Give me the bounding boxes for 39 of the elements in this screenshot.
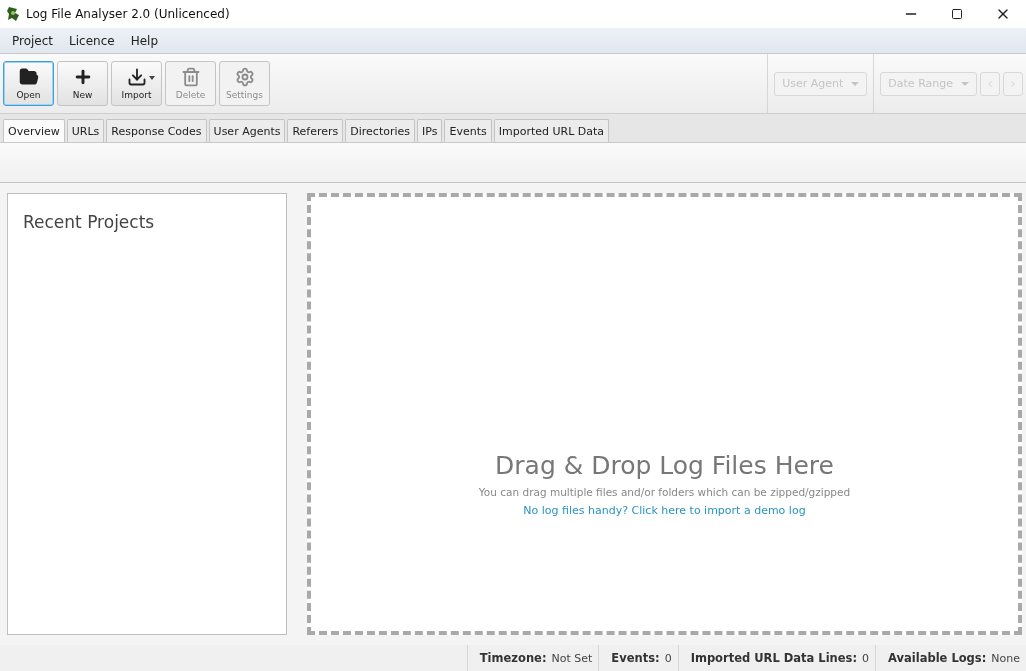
window-title: Log File Analyser 2.0 (Unlicenced)	[26, 7, 231, 21]
toolbar-button[interactable]: New	[57, 61, 108, 106]
maximize-icon[interactable]	[951, 8, 963, 20]
status-value: Not Set	[551, 651, 593, 665]
import-icon	[126, 67, 147, 87]
caret-icon	[851, 81, 860, 86]
demo-log-link[interactable]: No log files handy? Click here to import a demo log	[523, 504, 806, 517]
caret-icon	[961, 81, 969, 86]
chevron-left-icon	[985, 78, 995, 89]
tab[interactable]: IPs	[417, 119, 443, 142]
status-label: Imported URL Data Lines:	[690, 651, 857, 665]
settings-icon	[234, 67, 255, 87]
tab[interactable]: Imported URL Data	[493, 119, 610, 142]
status-label: Events:	[611, 651, 660, 665]
status-label: Timezone:	[479, 651, 547, 665]
panel-title: Recent Projects	[23, 212, 156, 232]
tab[interactable]: Response Codes	[106, 119, 207, 142]
tab[interactable]: Events	[444, 119, 492, 142]
tab[interactable]: Directories	[345, 119, 416, 142]
toolbar-button[interactable]: Import	[111, 61, 162, 106]
status-label: Available Logs:	[888, 651, 987, 665]
menu-item[interactable]: Licence	[61, 33, 123, 48]
status-value: 0	[664, 651, 672, 665]
status-value: None	[991, 651, 1020, 665]
menu-item[interactable]: Project	[4, 33, 62, 48]
drop-hint: You can drag multiple files and/or folders which can be zipped/gzipped	[478, 486, 851, 498]
delete-icon	[180, 67, 201, 87]
drop-zone[interactable]: Drag & Drop Log Files Here You can drag multiple files and/or folders which can be zipped/gzipped No log files handy? Click here to import a demo log	[307, 193, 1022, 635]
tab[interactable]: URLs	[66, 119, 105, 142]
status-value: 0	[862, 651, 869, 665]
menu-item[interactable]: Help	[122, 33, 166, 48]
chevron-right-icon	[1008, 78, 1018, 89]
open-icon	[18, 67, 39, 87]
tab[interactable]: Referers	[287, 119, 344, 142]
tab[interactable]: User Agents	[208, 119, 286, 142]
drop-heading: Drag & Drop Log Files Here	[495, 451, 834, 480]
tab[interactable]: Overview	[3, 119, 65, 142]
toolbar-button[interactable]: Open	[3, 61, 54, 106]
app-logo-icon	[6, 6, 20, 22]
